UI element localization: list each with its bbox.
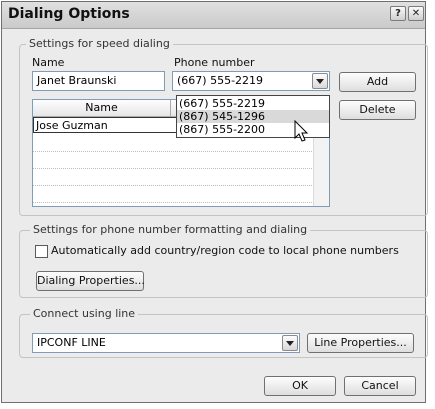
mouse-cursor-icon (294, 120, 309, 142)
dropdown-option[interactable]: (667) 555-2219 (177, 97, 329, 110)
add-button[interactable]: Add (339, 72, 416, 92)
dialing-properties-button[interactable]: Dialing Properties... (36, 271, 145, 291)
connect-legend: Connect using line (30, 307, 139, 320)
table-row-empty[interactable] (33, 153, 314, 169)
name-field[interactable]: Janet Braunski (32, 71, 165, 91)
table-row-empty[interactable] (33, 136, 314, 152)
line-select-value: IPCONF LINE (37, 336, 106, 349)
speed-dialing-legend: Settings for speed dialing (26, 37, 173, 50)
formatting-legend: Settings for phone number formatting and… (30, 223, 311, 236)
line-properties-button[interactable]: Line Properties... (307, 333, 414, 353)
entry-name: Jose Guzman (36, 119, 108, 132)
dialing-options-dialog: Dialing Options ? ✕ Settings for speed d… (1, 1, 428, 403)
cancel-button[interactable]: Cancel (344, 376, 416, 396)
auto-country-code-checkbox[interactable] (35, 245, 48, 258)
delete-button[interactable]: Delete (339, 100, 416, 120)
chevron-down-icon[interactable] (282, 335, 298, 351)
column-header-name[interactable]: Name (33, 100, 171, 117)
chevron-down-icon[interactable] (312, 73, 328, 89)
phone-number-value: (667) 555-2219 (177, 74, 264, 87)
close-icon[interactable]: ✕ (408, 6, 424, 21)
name-label: Name (32, 56, 65, 69)
table-row-empty[interactable] (33, 170, 314, 186)
line-select[interactable]: IPCONF LINE (32, 333, 300, 353)
phone-number-combo[interactable]: (667) 555-2219 (172, 71, 330, 91)
title-bar: Dialing Options ? ✕ (2, 2, 425, 29)
dialog-title: Dialing Options (8, 6, 130, 22)
auto-country-code-label: Automatically add country/region code to… (51, 244, 399, 257)
phone-number-label: Phone number (174, 56, 255, 69)
help-icon[interactable]: ? (390, 6, 406, 21)
table-row-empty[interactable] (33, 187, 314, 203)
ok-button[interactable]: OK (264, 376, 336, 396)
